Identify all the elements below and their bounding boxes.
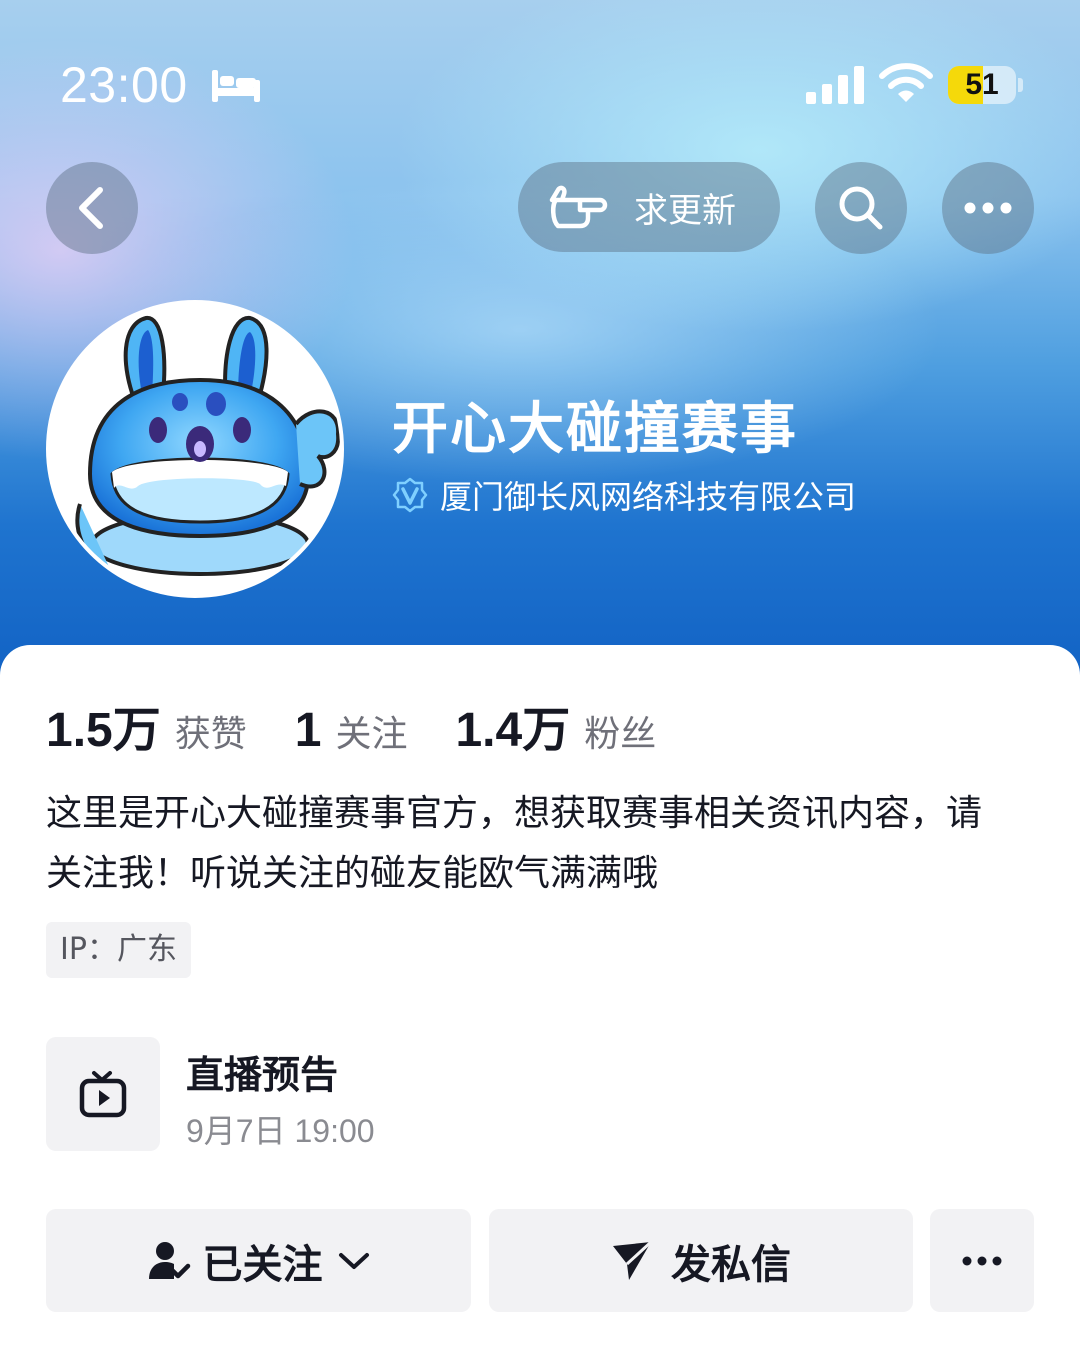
- followers-label: 粉丝: [584, 714, 657, 755]
- battery-icon: 51: [948, 66, 1023, 104]
- verified-org-row[interactable]: 厦门御长风网络科技有限公司: [392, 472, 856, 518]
- pointing-hand-icon: [549, 185, 608, 229]
- send-message-label: 发私信: [671, 1241, 791, 1288]
- more-dots-icon: [964, 202, 1012, 214]
- more-button[interactable]: [942, 162, 1034, 254]
- account-name: 开心大碰撞赛事: [392, 397, 798, 462]
- battery-level: 51: [965, 68, 999, 101]
- followers-count[interactable]: 1.4万: [455, 690, 570, 760]
- profile-bio: 这里是开心大碰撞赛事官方，想获取赛事相关资讯内容，请关注我！听说关注的碰友能欧气…: [46, 793, 983, 894]
- search-icon: [839, 186, 883, 230]
- back-button[interactable]: [46, 162, 138, 254]
- live-preview-icon-box[interactable]: [46, 1037, 160, 1151]
- request-update-label: 求更新: [634, 190, 736, 231]
- mascot-avatar-image: [50, 304, 340, 594]
- live-preview-time: 9月7日 19:00: [186, 1113, 375, 1149]
- ip-location-tag: IP：广东: [46, 922, 191, 978]
- send-icon: [613, 1240, 653, 1280]
- likes-count[interactable]: 1.5万: [46, 690, 161, 760]
- avatar[interactable]: [46, 300, 344, 598]
- signal-icon: [806, 66, 864, 104]
- profile-stats: 1.5万 获赞 1 关注 1.4万 粉丝: [46, 690, 704, 760]
- following-label: 关注: [335, 714, 408, 755]
- request-update-button[interactable]: 求更新: [518, 162, 780, 252]
- send-message-button[interactable]: 发私信: [489, 1209, 913, 1312]
- following-count[interactable]: 1: [295, 703, 322, 758]
- more-actions-button[interactable]: [930, 1209, 1034, 1312]
- verified-org-name: 厦门御长风网络科技有限公司: [440, 478, 857, 516]
- tv-play-icon: [79, 1071, 127, 1118]
- chevron-left-icon: [79, 187, 103, 229]
- user-check-icon: [148, 1241, 190, 1279]
- following-label-text: 已关注: [202, 1241, 323, 1288]
- chevron-down-icon: [338, 1252, 369, 1269]
- search-button[interactable]: [815, 162, 907, 254]
- verified-badge-icon: [392, 477, 428, 513]
- live-preview-title[interactable]: 直播预告: [186, 1044, 338, 1099]
- status-time: 23:00: [60, 57, 188, 113]
- bed-icon: [212, 70, 260, 102]
- more-dots-icon: [962, 1256, 1002, 1265]
- likes-label: 获赞: [174, 714, 247, 755]
- wifi-icon: [879, 63, 933, 102]
- following-button[interactable]: 已关注: [46, 1209, 471, 1312]
